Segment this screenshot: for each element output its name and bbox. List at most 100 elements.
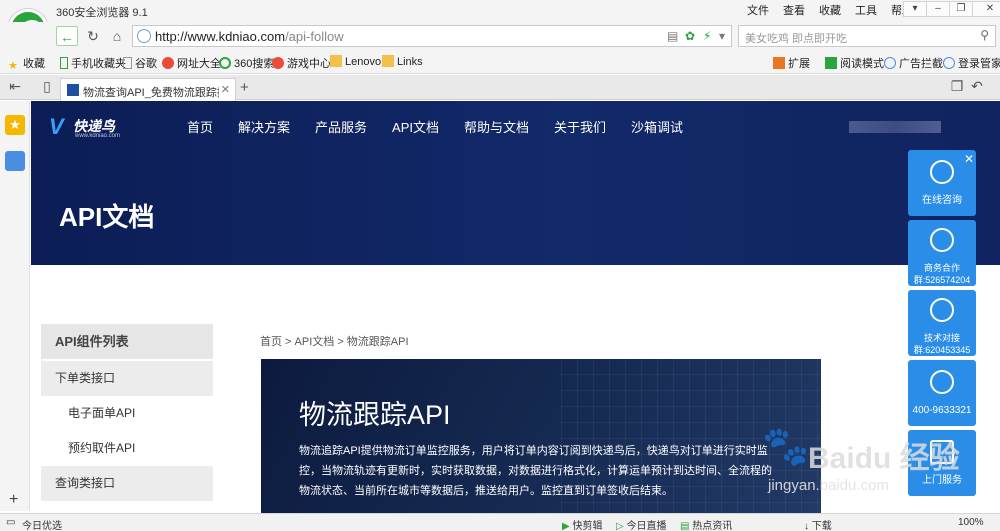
- favorites-star-icon[interactable]: ★: [5, 115, 25, 135]
- nav-help[interactable]: 帮助与文档: [464, 117, 529, 136]
- site-navigation: 首页 解决方案 产品服务 API文档 帮助与文档 关于我们 沙箱调试: [187, 117, 708, 136]
- close-tab-icon[interactable]: ✕: [221, 83, 230, 96]
- address-bar[interactable]: http://www.kdniao.com/api-follow ▤ ✿ ⚡ ▾: [132, 25, 732, 47]
- extensions-button[interactable]: 扩展: [773, 55, 810, 71]
- star-icon: ★: [8, 60, 18, 72]
- menu-item-waybill[interactable]: 电子面单API: [41, 396, 213, 431]
- page-icon: [123, 57, 132, 69]
- shield-icon[interactable]: ✿: [685, 29, 695, 43]
- url-host: http://www.kdniao.com: [155, 29, 286, 44]
- search-box[interactable]: 美女吃鸡 即点即开吃 ⚲: [738, 25, 996, 47]
- status-news[interactable]: ▤ 热点资讯: [680, 517, 732, 531]
- menu-view[interactable]: 查看: [776, 2, 812, 18]
- menu-bar: 文件 查看 收藏 工具 帮助: [740, 2, 920, 18]
- fav-360search[interactable]: 360搜索: [219, 55, 274, 71]
- address-text[interactable]: http://www.kdniao.com/api-follow: [155, 29, 344, 44]
- online-consult-button[interactable]: ✕ 在线咨询: [908, 150, 976, 216]
- status-live[interactable]: ▷ 今日直播: [616, 517, 666, 531]
- nav-home[interactable]: 首页: [187, 117, 213, 136]
- hero-title: API文档: [59, 202, 155, 232]
- folder-icon: [330, 55, 342, 67]
- maximize-button[interactable]: ❐: [949, 1, 973, 17]
- fav-label: 游戏中心: [287, 58, 331, 70]
- nav-sandbox[interactable]: 沙箱调试: [631, 117, 683, 136]
- menu-category-query[interactable]: 查询类接口: [41, 466, 213, 501]
- tech-group-button[interactable]: 技术对接群:620453345: [908, 290, 976, 356]
- close-button[interactable]: ✕: [972, 1, 1000, 17]
- api-side-menu: API组件列表 下单类接口 电子面单API 预约取件API 查询类接口: [41, 324, 213, 513]
- fav-google[interactable]: 谷歌: [123, 55, 157, 71]
- fav-mobile[interactable]: 手机收藏夹: [60, 55, 126, 71]
- fav-label: 收藏: [23, 58, 45, 70]
- restore-tabs-icon[interactable]: ❐: [946, 76, 968, 96]
- home-button[interactable]: ⌂: [106, 26, 128, 46]
- menu-item-pickup[interactable]: 预约取件API: [41, 431, 213, 466]
- key-icon: [943, 57, 955, 69]
- notes-icon[interactable]: [5, 151, 25, 171]
- nav-api-docs[interactable]: API文档: [392, 117, 439, 136]
- favorites-bar: ★ 收藏 手机收藏夹 谷歌 网址大全 360搜索 游戏中心 Lenovo Link…: [0, 50, 1000, 74]
- status-clip[interactable]: ▶ 快剪辑: [562, 517, 602, 531]
- doc-banner: 物流跟踪API 物流追踪API提供物流订单监控服务，用户将订单内容订阅到快递鸟后…: [261, 359, 821, 513]
- nav-about[interactable]: 关于我们: [554, 117, 606, 136]
- navigation-bar: ← ↻ ⌂ http://www.kdniao.com/api-follow ▤…: [0, 22, 1000, 50]
- fav-label: Lenovo: [345, 56, 382, 68]
- dropdown-icon[interactable]: ▾: [719, 29, 725, 43]
- status-label: 快剪辑: [572, 521, 603, 531]
- game-icon: [272, 57, 284, 69]
- doc-description: 物流追踪API提供物流订单监控服务，用户将订单内容订阅到快递鸟后，快递鸟对订单进…: [299, 445, 772, 497]
- search-icon[interactable]: ⚲: [980, 28, 989, 42]
- search-placeholder: 美女吃鸡 即点即开吃: [745, 33, 848, 45]
- reader-icon[interactable]: ▤: [667, 29, 678, 43]
- business-group-button[interactable]: 商务合作群:526574204: [908, 220, 976, 286]
- menu-favorites[interactable]: 收藏: [812, 2, 848, 18]
- tech-group-label: 技术对接群:620453345: [913, 333, 971, 355]
- close-icon[interactable]: ✕: [964, 152, 974, 166]
- title-bar: 360安全浏览器 9.1 文件 查看 收藏 工具 帮助 ▾ – ❐ ✕: [0, 0, 1000, 22]
- headset-icon: [930, 160, 954, 184]
- menu-tools[interactable]: 工具: [848, 2, 884, 18]
- user-account-blurred[interactable]: [849, 121, 941, 133]
- phone-button[interactable]: 400-9633321: [908, 360, 976, 426]
- business-group-label: 商务合作群:526574204: [913, 263, 971, 285]
- tab-active[interactable]: 物流查询API_免费物流跟踪接口- ✕: [60, 78, 236, 101]
- login-manager-button[interactable]: 登录管家: [943, 55, 1000, 71]
- tab-list-icon[interactable]: ⇤: [4, 76, 26, 96]
- fav-lenovo[interactable]: Lenovo: [330, 55, 381, 68]
- add-sidebar-button[interactable]: +: [9, 491, 18, 509]
- reading-mode-button[interactable]: 阅读模式: [825, 55, 884, 71]
- undo-close-icon[interactable]: ↶: [966, 76, 988, 96]
- url-path: /api-follow: [285, 29, 344, 44]
- site-security-icon: [137, 29, 151, 43]
- zoom-level[interactable]: 100%: [958, 517, 984, 528]
- fav-games[interactable]: 游戏中心: [272, 55, 331, 71]
- qq-icon: [930, 228, 954, 252]
- fav-hao[interactable]: 网址大全: [162, 55, 221, 71]
- status-download[interactable]: ↓ 下载: [804, 517, 832, 531]
- status-today-pick[interactable]: 今日优选: [22, 517, 62, 531]
- fav-links[interactable]: Links: [382, 55, 423, 68]
- nav-solutions[interactable]: 解决方案: [238, 117, 290, 136]
- menu-file[interactable]: 文件: [740, 2, 776, 18]
- back-button[interactable]: ←: [56, 26, 78, 46]
- logo-v-icon: V: [49, 114, 64, 139]
- today-pick-icon[interactable]: ▭: [6, 517, 15, 528]
- tab-bar: ⇤ ▯ 物流查询API_免费物流跟踪接口- ✕ + ❐ ↶: [0, 75, 1000, 101]
- ad-block-button[interactable]: 广告拦截: [884, 55, 943, 71]
- fav-collect[interactable]: ★ 收藏: [8, 55, 45, 72]
- paw-icon: 🐾: [762, 426, 810, 468]
- phone-sync-icon[interactable]: ▯: [36, 76, 58, 96]
- refresh-button[interactable]: ↻: [82, 26, 104, 46]
- minimize-button[interactable]: –: [926, 1, 950, 17]
- site-logo[interactable]: V 快递鸟 www.kdniao.com: [49, 114, 129, 139]
- skin-icon[interactable]: ▾: [903, 1, 927, 17]
- speed-mode-icon[interactable]: ⚡: [703, 29, 711, 43]
- menu-category-order[interactable]: 下单类接口: [41, 361, 213, 396]
- fav-label: 网址大全: [177, 58, 221, 70]
- fav-label: 谷歌: [135, 58, 157, 70]
- watermark-text: Baidu 经验: [808, 442, 960, 475]
- fav-label: 扩展: [788, 58, 810, 70]
- window-controls: ▾ – ❐ ✕: [903, 1, 1000, 17]
- new-tab-button[interactable]: +: [240, 79, 249, 96]
- nav-products[interactable]: 产品服务: [315, 117, 367, 136]
